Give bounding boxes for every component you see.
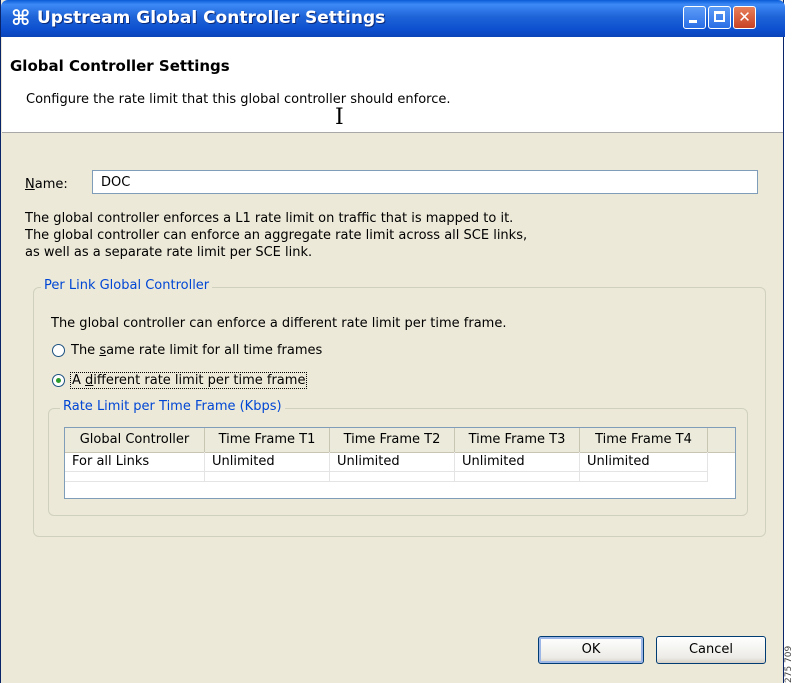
- text-cursor-icon: I: [335, 105, 344, 130]
- per-link-group-legend: Per Link Global Controller: [41, 278, 213, 293]
- window-title: Upstream Global Controller Settings: [37, 8, 386, 28]
- table-cell[interactable]: For all Links: [65, 452, 205, 472]
- info-line: The global controller can enforce an agg…: [25, 228, 528, 243]
- column-header[interactable]: Time Frame T4: [580, 428, 708, 452]
- info-line: as well as a separate rate limit per SCE…: [25, 245, 313, 260]
- table-cell[interactable]: Unlimited: [580, 452, 708, 472]
- maximize-icon: [714, 11, 725, 22]
- table-cell[interactable]: Unlimited: [330, 452, 455, 472]
- table-cell[interactable]: Unlimited: [205, 452, 330, 472]
- info-line: The global controller enforces a L1 rate…: [25, 211, 514, 226]
- column-header[interactable]: Time Frame T1: [205, 428, 330, 452]
- rate-limit-group-legend: Rate Limit per Time Frame (Kbps): [60, 399, 285, 414]
- minimize-icon: [689, 20, 697, 23]
- close-icon: ✕: [738, 8, 751, 26]
- table-cell: [580, 472, 708, 482]
- name-input[interactable]: [92, 170, 758, 194]
- dialog-window: ⌘ Upstream Global Controller Settings ✕ …: [0, 0, 785, 683]
- app-icon: ⌘: [11, 6, 31, 30]
- title-bar[interactable]: ⌘ Upstream Global Controller Settings ✕: [1, 0, 785, 37]
- radio-button-selected[interactable]: [52, 373, 65, 387]
- rate-limit-table[interactable]: Global Controller Time Frame T1 Time Fra…: [64, 427, 736, 499]
- column-header[interactable]: Time Frame T2: [330, 428, 455, 452]
- radio-different-rate[interactable]: A different rate limit per time frame: [52, 371, 308, 389]
- table-cell: [455, 472, 580, 482]
- figure-code: 275 709: [784, 645, 794, 683]
- table-header: Global Controller Time Frame T1 Time Fra…: [65, 428, 735, 453]
- per-link-description: The global controller can enforce a diff…: [51, 316, 507, 331]
- page-title: Global Controller Settings: [10, 57, 230, 75]
- info-text: The global controller enforces a L1 rate…: [25, 210, 527, 261]
- radio-label: The same rate limit for all time frames: [71, 342, 323, 358]
- radio-button[interactable]: [52, 343, 65, 357]
- cancel-button[interactable]: Cancel: [656, 636, 766, 664]
- table-cell: [330, 472, 455, 482]
- name-label: Name:: [25, 177, 68, 192]
- page-description: Configure the rate limit that this globa…: [26, 92, 451, 107]
- table-cell: [205, 472, 330, 482]
- radio-same-rate[interactable]: The same rate limit for all time frames: [52, 341, 322, 359]
- table-cell: [65, 472, 205, 482]
- maximize-button[interactable]: [708, 6, 731, 29]
- header-panel: Global Controller Settings Configure the…: [2, 37, 783, 133]
- radio-label: A different rate limit per time frame: [69, 371, 308, 389]
- ok-button[interactable]: OK: [538, 636, 644, 664]
- column-header[interactable]: Global Controller: [65, 428, 205, 452]
- table-cell[interactable]: Unlimited: [455, 452, 580, 472]
- close-button[interactable]: ✕: [733, 6, 756, 29]
- column-header[interactable]: Time Frame T3: [455, 428, 580, 452]
- minimize-button[interactable]: [683, 6, 706, 29]
